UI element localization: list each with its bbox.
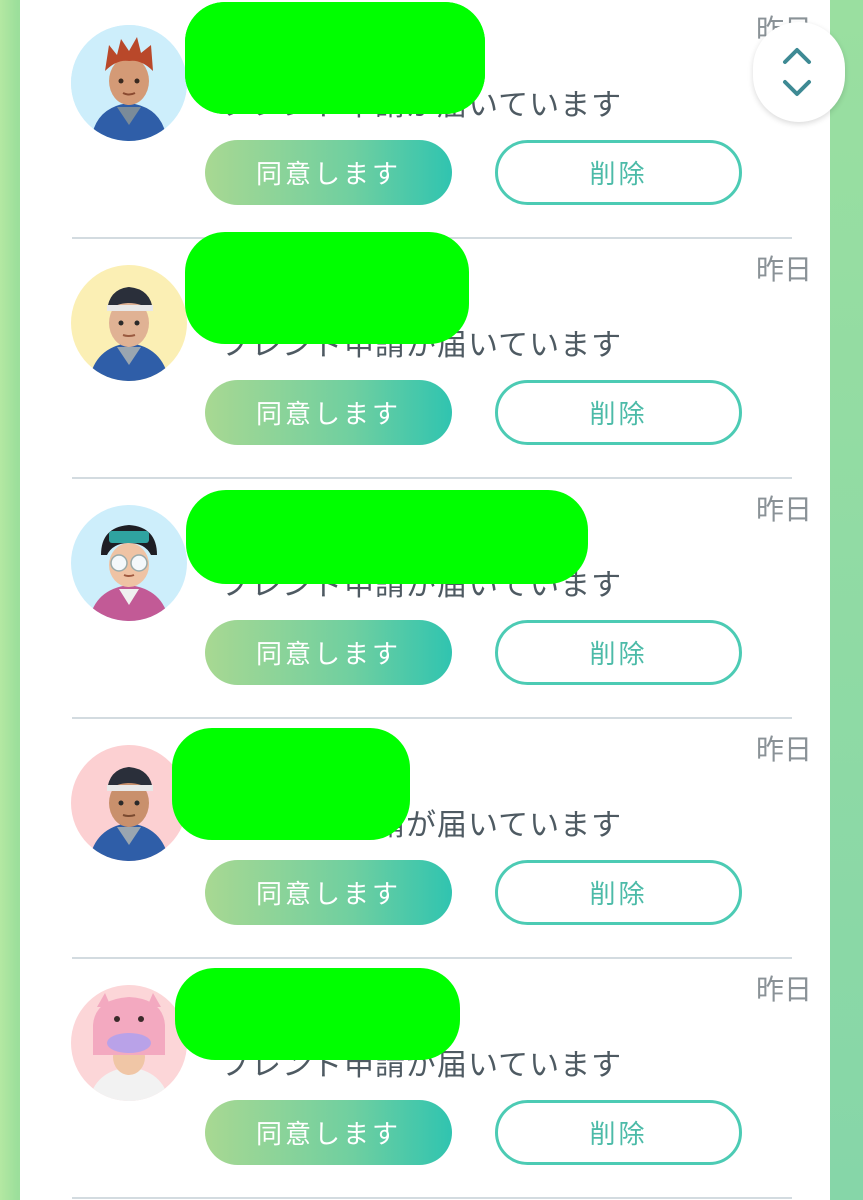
redacted-username (175, 968, 460, 1060)
friend-request-list: 昨日 フレンド申請が届いています 同意します 削除 (20, 0, 830, 1200)
trainer-avatar (71, 505, 187, 621)
trainer-avatar (71, 25, 187, 141)
redacted-username (186, 490, 588, 584)
delete-button[interactable]: 削除 (495, 860, 742, 925)
trainer-avatar (71, 745, 187, 861)
trainer-avatar-cap-icon (71, 265, 187, 381)
trainer-avatar-cap-pink-bg-icon (71, 745, 187, 861)
divider (72, 717, 792, 719)
redacted-username (185, 2, 485, 114)
divider (72, 477, 792, 479)
scroll-button[interactable] (753, 22, 845, 122)
delete-button[interactable]: 削除 (495, 620, 742, 685)
request-date: 昨日 (755, 733, 812, 766)
friend-request-card: 昨日 フレンド申請が届いています 同意します 削除 (20, 0, 830, 240)
delete-button[interactable]: 削除 (495, 1100, 742, 1165)
trainer-avatar-slowpoke-hat-icon (71, 985, 187, 1101)
request-date: 昨日 (755, 973, 812, 1006)
chevron-up-down-icon (783, 48, 811, 96)
trainer-avatar-sunglasses-icon (71, 505, 187, 621)
divider (72, 1197, 792, 1199)
redacted-username (185, 232, 469, 344)
request-date: 昨日 (755, 493, 812, 526)
divider (72, 957, 792, 959)
accept-button[interactable]: 同意します (205, 380, 452, 445)
accept-button[interactable]: 同意します (205, 860, 452, 925)
trainer-avatar-red-hair-icon (71, 25, 187, 141)
redacted-username (172, 728, 410, 840)
friend-request-card: 昨日 フレンド申請が届いています 同意します 削除 (20, 960, 830, 1200)
delete-button[interactable]: 削除 (495, 140, 742, 205)
friend-request-card: 昨日 フレンド申請が届いています 同意します 削除 (20, 232, 830, 480)
delete-button[interactable]: 削除 (495, 380, 742, 445)
trainer-avatar (71, 985, 187, 1101)
trainer-avatar (71, 265, 187, 381)
accept-button[interactable]: 同意します (205, 1100, 452, 1165)
accept-button[interactable]: 同意します (205, 620, 452, 685)
friend-request-card: 昨日 フレンド申請が届いています 同意します 削除 (20, 720, 830, 960)
request-date: 昨日 (755, 253, 812, 286)
friend-request-card: 昨日 フレンド申請が届いています 同意します 削除 (20, 480, 830, 720)
friend-request-panel: 昨日 フレンド申請が届いています 同意します 削除 (20, 0, 845, 1200)
accept-button[interactable]: 同意します (205, 140, 452, 205)
